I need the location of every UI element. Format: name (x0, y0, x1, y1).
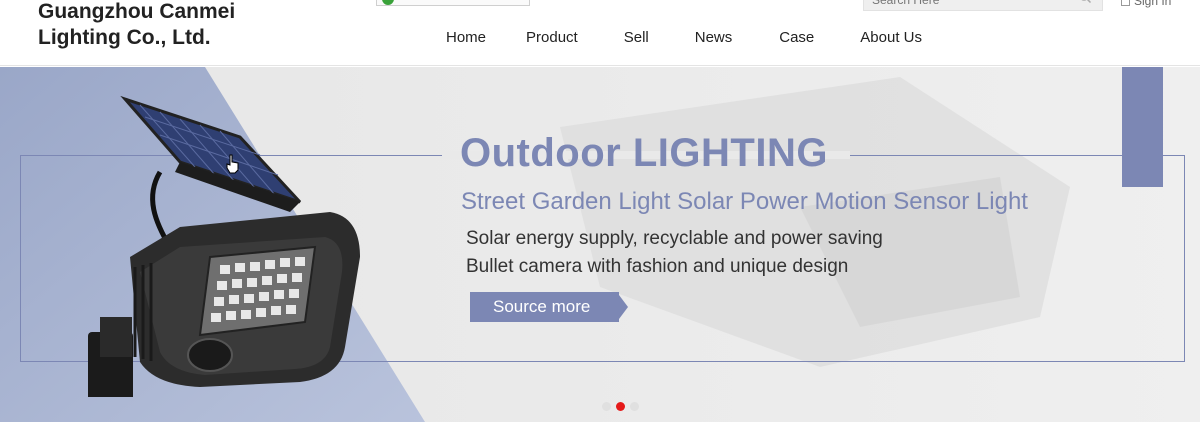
pointer-cursor-icon (226, 154, 239, 174)
banner-title: Outdoor LIGHTING (460, 131, 828, 175)
carousel-dots (602, 402, 644, 411)
company-name-line2: Lighting Co., Ltd. (38, 26, 211, 49)
search-input[interactable] (872, 0, 1072, 10)
globe-icon (382, 0, 394, 5)
solar-lamp-image (88, 95, 360, 397)
language-selector[interactable] (376, 0, 530, 6)
nav-news[interactable]: News (695, 26, 733, 50)
banner-feature-1: Solar energy supply, recyclable and powe… (466, 228, 883, 249)
source-more-button[interactable]: Source more (470, 292, 619, 322)
checkbox-icon (1121, 0, 1130, 6)
nav-about-us[interactable]: About Us (860, 26, 922, 50)
arrow-right-icon (619, 295, 628, 319)
search-bar (863, 0, 1103, 11)
banner-feature-2: Bullet camera with fashion and unique de… (466, 256, 849, 277)
search-icon[interactable] (1078, 0, 1092, 4)
nav-sell[interactable]: Sell (624, 26, 649, 50)
nav-home[interactable]: Home (446, 26, 486, 50)
company-logo-text[interactable]: Guangzhou Canmei Lighting Co., Ltd. (38, 0, 235, 51)
carousel-dot-2[interactable] (616, 402, 625, 411)
main-nav: Home Product Sell News Case About Us (424, 26, 922, 50)
carousel-dot-3[interactable] (630, 402, 639, 411)
carousel-dot-1[interactable] (602, 402, 611, 411)
sign-in-label: Sign In (1134, 0, 1172, 8)
sign-in-link[interactable]: Sign In (1121, 0, 1171, 8)
nav-product[interactable]: Product (526, 26, 578, 50)
hero-banner[interactable]: Outdoor LIGHTING Street Garden Light Sol… (0, 67, 1200, 422)
nav-case[interactable]: Case (779, 26, 814, 50)
banner-subtitle: Street Garden Light Solar Power Motion S… (461, 188, 1028, 215)
site-header: Guangzhou Canmei Lighting Co., Ltd. Sign… (0, 0, 1200, 66)
company-name-line1: Guangzhou Canmei (38, 0, 236, 23)
accent-bar (1122, 67, 1163, 187)
